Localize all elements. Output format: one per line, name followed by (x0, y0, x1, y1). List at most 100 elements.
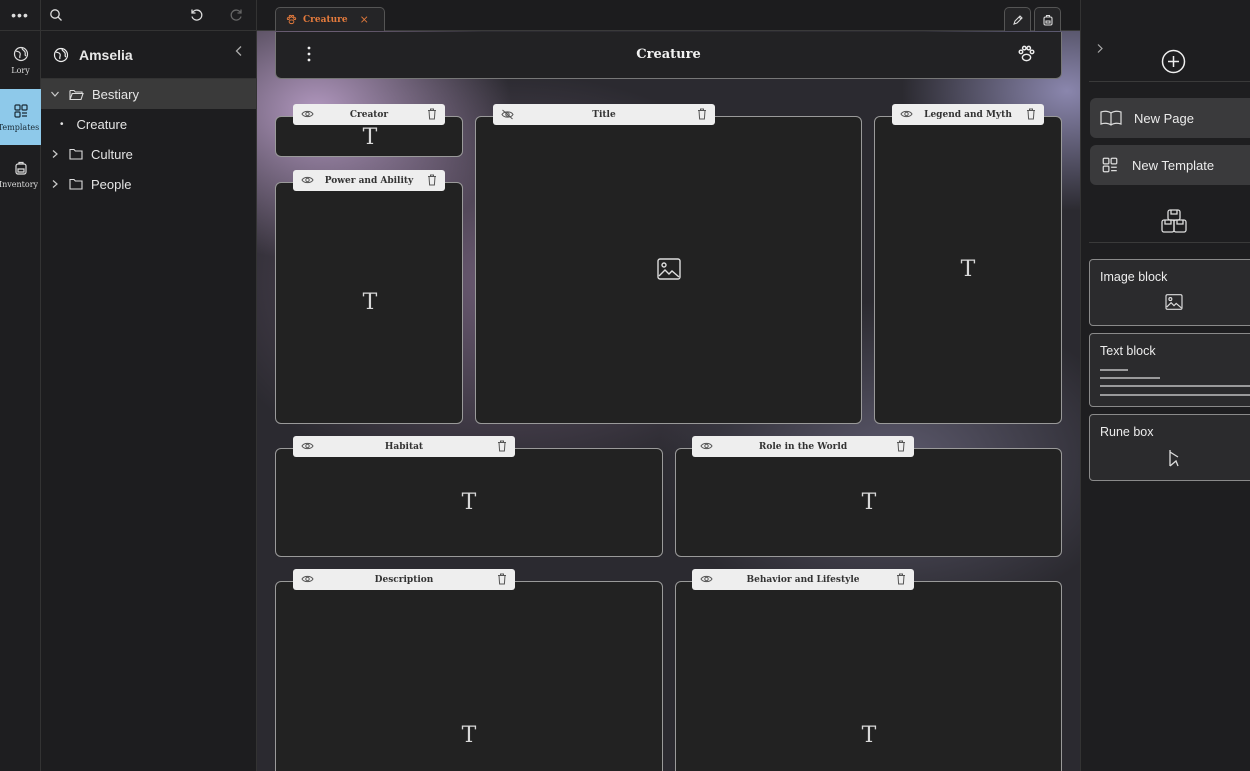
block-title: Legend and Myth (924, 109, 1012, 120)
rune-box-item[interactable]: Rune box (1089, 414, 1250, 481)
tab-bar: Creature × (257, 0, 1080, 31)
rail-item-lory[interactable]: Lory (0, 32, 41, 88)
tree-item-bestiary[interactable]: Bestiary (41, 79, 256, 109)
trash-icon[interactable] (427, 174, 437, 186)
eye-icon[interactable] (301, 109, 314, 119)
redo-icon[interactable] (229, 7, 244, 22)
folder-open-icon (69, 89, 84, 100)
tree-label: People (91, 176, 132, 192)
more-menu-icon[interactable]: ••• (0, 0, 40, 31)
text-block-label: Text block (1100, 344, 1156, 358)
blocks-stack-icon (1161, 209, 1187, 233)
rune-icon (1169, 450, 1179, 467)
pen-icon (1012, 14, 1023, 25)
trash-icon[interactable] (896, 573, 906, 585)
block-title: Title (592, 109, 616, 120)
tree-item-creature[interactable]: • Creature (41, 109, 256, 139)
search-icon[interactable] (49, 8, 63, 22)
rail-item-templates[interactable]: Templates (0, 89, 41, 145)
undo-icon[interactable] (189, 7, 204, 22)
chevron-right-icon[interactable] (1096, 43, 1104, 54)
behavior-block-header[interactable]: Behavior and Lifestyle (692, 569, 914, 590)
trash-icon[interactable] (497, 573, 507, 585)
block-title: Power and Ability (324, 175, 414, 186)
text-block-icon: T (362, 125, 378, 150)
title-image-block[interactable] (475, 116, 862, 424)
world-name: Amselia (79, 46, 133, 63)
rune-box-label: Rune box (1100, 425, 1154, 439)
block-title: Description (374, 574, 434, 585)
eye-icon[interactable] (700, 574, 713, 584)
legend-block[interactable]: T (874, 116, 1062, 424)
legend-block-header[interactable]: Legend and Myth (892, 104, 1044, 125)
creator-block-header[interactable]: Creator (293, 104, 445, 125)
power-block[interactable]: T (275, 182, 463, 424)
eye-icon[interactable] (301, 441, 314, 451)
add-circle-icon[interactable] (1161, 49, 1186, 74)
rail-item-inventory[interactable]: Inventory (0, 146, 41, 202)
tree-label: Bestiary (92, 86, 139, 102)
image-icon (1165, 294, 1183, 310)
text-block-icon: T (362, 290, 378, 315)
role-block-header[interactable]: Role in the World (692, 436, 914, 457)
rail-label-inventory: Inventory (0, 179, 39, 189)
block-title: Behavior and Lifestyle (746, 574, 860, 585)
eye-off-icon[interactable] (501, 109, 514, 120)
description-block-header[interactable]: Description (293, 569, 515, 590)
text-block-icon: T (861, 490, 877, 515)
behavior-block[interactable]: T (675, 581, 1062, 771)
trash-icon[interactable] (1026, 108, 1036, 120)
right-panel: New Page New Template Image block Text b… (1080, 0, 1250, 771)
backpack-icon (14, 161, 27, 175)
chevron-right-icon[interactable] (50, 179, 60, 189)
paw-icon[interactable] (1017, 44, 1036, 63)
close-tab-icon[interactable]: × (360, 13, 369, 26)
open-book-icon (1100, 110, 1122, 126)
trash-icon[interactable] (697, 108, 707, 120)
new-page-button[interactable]: New Page (1090, 98, 1250, 138)
world-header: Amselia (41, 31, 256, 79)
image-block-item[interactable]: Image block (1089, 259, 1250, 326)
tree-label: Culture (91, 146, 133, 162)
eye-icon[interactable] (301, 175, 314, 185)
inventory-tab-button[interactable] (1034, 7, 1061, 31)
tab-creature[interactable]: Creature × (275, 7, 385, 31)
habitat-block-header[interactable]: Habitat (293, 436, 515, 457)
block-title: Creator (349, 109, 389, 120)
globe-icon (13, 46, 28, 61)
title-block-header[interactable]: Title (493, 104, 715, 125)
world-globe-icon (53, 47, 69, 62)
new-page-label: New Page (1134, 110, 1194, 126)
block-title: Habitat (384, 441, 424, 452)
folder-icon (69, 178, 83, 190)
image-icon (657, 258, 681, 280)
trash-icon[interactable] (427, 108, 437, 120)
habitat-block[interactable]: T (275, 448, 663, 557)
new-template-button[interactable]: New Template (1090, 145, 1250, 185)
rune-pen-button[interactable] (1004, 7, 1031, 31)
role-block[interactable]: T (675, 448, 1062, 557)
tree-item-culture[interactable]: Culture (41, 139, 256, 169)
chevron-down-icon[interactable] (50, 89, 60, 99)
rail-label-lory: Lory (11, 65, 30, 75)
sidebar-toolbar (41, 0, 256, 31)
divider (1089, 242, 1250, 243)
bullet-icon: • (60, 118, 64, 130)
trash-icon[interactable] (896, 440, 906, 452)
collapse-sidebar-icon[interactable] (234, 45, 244, 57)
eye-icon[interactable] (700, 441, 713, 451)
templates-icon (13, 103, 28, 118)
tree-item-people[interactable]: People (41, 169, 256, 199)
editor-area: Creature × Creature T Creator T Power an… (257, 0, 1080, 771)
paw-icon (286, 14, 297, 25)
chevron-right-icon[interactable] (50, 149, 60, 159)
text-lines-icon (1100, 369, 1250, 396)
text-block-icon: T (960, 257, 976, 282)
text-block-icon: T (461, 490, 477, 515)
text-block-item[interactable]: Text block (1089, 333, 1250, 407)
trash-icon[interactable] (497, 440, 507, 452)
eye-icon[interactable] (900, 109, 913, 119)
power-block-header[interactable]: Power and Ability (293, 170, 445, 191)
eye-icon[interactable] (301, 574, 314, 584)
description-block[interactable]: T (275, 581, 663, 771)
